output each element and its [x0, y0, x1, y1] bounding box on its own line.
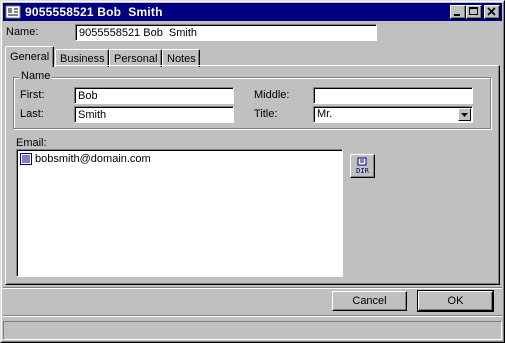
minimize-button[interactable] [450, 5, 466, 19]
title-label: Title: [254, 108, 278, 120]
tab-label: General [10, 51, 50, 63]
middle-label: Middle: [254, 89, 290, 101]
email-label: Email: [16, 137, 47, 149]
middle-name-input[interactable] [314, 88, 472, 103]
cancel-button[interactable]: Cancel [332, 291, 407, 311]
general-tab-panel: Name First: Last: Middle: Title: Mr. [5, 65, 500, 285]
title-select[interactable]: Mr. [313, 106, 473, 123]
close-button[interactable] [484, 5, 500, 19]
chevron-down-icon [461, 113, 468, 117]
email-address: bobsmith@domain.com [35, 153, 151, 165]
title-bar[interactable]: 9055558521 Bob Smith [3, 3, 502, 21]
ok-button[interactable]: OK [417, 290, 494, 312]
last-label: Last: [20, 108, 44, 120]
first-field-box [74, 87, 234, 104]
last-name-input[interactable] [75, 107, 233, 122]
maximize-button[interactable] [466, 5, 482, 19]
minimize-icon [454, 14, 460, 16]
divider [3, 287, 502, 289]
last-field-box [74, 106, 234, 123]
tab-label: Notes [167, 52, 196, 65]
name-input[interactable] [76, 25, 376, 40]
status-bar [3, 321, 502, 340]
first-name-input[interactable] [75, 88, 233, 103]
directory-button[interactable]: DIR [350, 154, 375, 178]
name-group-legend: Name [19, 70, 53, 82]
name-group: Name First: Last: Middle: Title: Mr. [13, 70, 491, 129]
contact-card-icon [5, 5, 21, 19]
directory-button-label: DIR [356, 167, 369, 175]
title-select-value: Mr. [317, 108, 333, 120]
email-list[interactable]: bobsmith@domain.com [16, 149, 343, 277]
divider [3, 315, 502, 317]
tab-label: Personal [114, 52, 158, 65]
maximize-icon [469, 7, 478, 15]
window-title: 9055558521 Bob Smith [25, 5, 163, 19]
ok-button-label: OK [447, 295, 464, 307]
close-icon [487, 7, 496, 16]
email-entry-icon [20, 153, 32, 165]
cancel-button-label: Cancel [352, 295, 387, 307]
tab-general[interactable]: General [5, 46, 54, 67]
contact-properties-window: 9055558521 Bob Smith Name: 9055558521 Bo… [0, 0, 505, 343]
middle-field-box [313, 87, 473, 104]
list-item[interactable]: bobsmith@domain.com [20, 153, 151, 165]
tab-label: Business [60, 52, 105, 65]
name-label: Name: [6, 26, 39, 38]
first-label: First: [20, 89, 45, 101]
name-field-box [75, 24, 377, 41]
title-dropdown-button[interactable] [458, 108, 471, 121]
